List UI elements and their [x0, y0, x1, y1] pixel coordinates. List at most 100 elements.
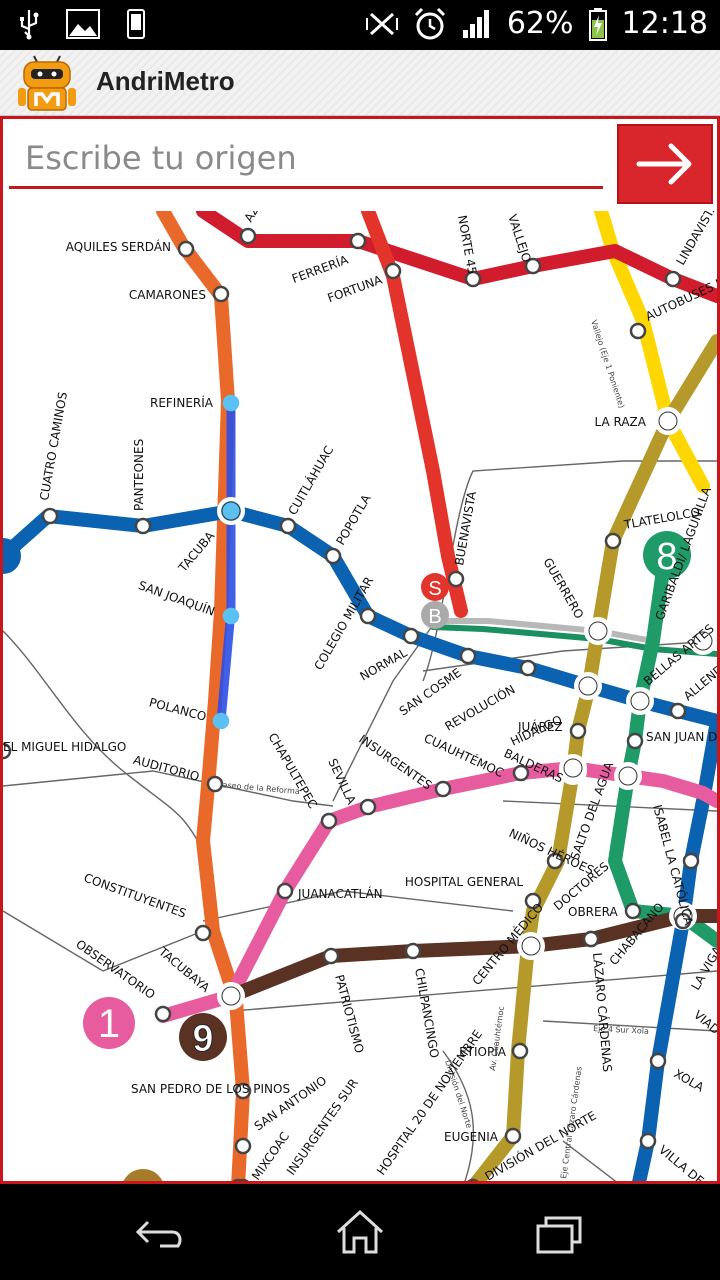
station-dot[interactable]	[359, 798, 377, 816]
station-label[interactable]: NORMAL	[358, 645, 410, 683]
station-label[interactable]: VALLEJO	[505, 213, 534, 264]
station-dot[interactable]	[222, 607, 240, 625]
station-dot[interactable]	[626, 732, 644, 750]
station-label[interactable]: HOSPITAL GENERAL	[405, 875, 523, 889]
station-dot[interactable]	[517, 932, 545, 960]
station-dot[interactable]	[222, 394, 240, 412]
station-label[interactable]: POLANCO	[148, 695, 208, 724]
station-label[interactable]: FORTUNA	[326, 272, 385, 305]
station-label[interactable]: SAN JOAQUÍN	[136, 577, 217, 619]
station-label[interactable]: FERRERÍA	[290, 251, 351, 285]
station-label[interactable]: VILLA DE CORTÉS	[656, 1142, 717, 1184]
station-label[interactable]: CONSTITUYENTES	[82, 871, 188, 921]
station-dot[interactable]	[459, 647, 477, 665]
station-label[interactable]: CAMARONES	[129, 288, 206, 302]
station-dot[interactable]	[212, 285, 230, 303]
station-dot[interactable]	[559, 754, 587, 782]
station-dot[interactable]	[177, 240, 195, 258]
station-label[interactable]: CUATRO CAMINOS	[37, 391, 70, 502]
station-dot[interactable]	[217, 982, 245, 1010]
station-label[interactable]: JUÁREZ	[517, 719, 563, 734]
station-label[interactable]: OBRERA	[568, 905, 618, 919]
station-dot[interactable]	[134, 517, 152, 535]
station-label[interactable]: OBSERVATORIO	[73, 937, 157, 1002]
station-dot[interactable]	[279, 517, 297, 535]
station-dot[interactable]	[504, 1127, 522, 1145]
station-label[interactable]: POPOTLA	[333, 491, 373, 547]
station-label[interactable]: REVOLUCIÓN	[442, 681, 518, 733]
station-dot[interactable]	[349, 232, 367, 250]
station-dot[interactable]	[359, 607, 377, 625]
station-dot[interactable]	[511, 1042, 529, 1060]
station-dot[interactable]	[584, 617, 612, 645]
station-dot[interactable]	[212, 712, 230, 730]
metro-map[interactable]: Paseo de la Reforma Vallejo (Eje 1 Ponie…	[3, 211, 717, 1184]
station-label[interactable]: SAN COSME	[397, 666, 464, 719]
station-label[interactable]: LÁZARO CÁRDENAS	[590, 952, 615, 1073]
station-dot[interactable]	[206, 775, 224, 793]
station-label[interactable]: REFINERÍA	[150, 395, 214, 410]
station-dot[interactable]	[624, 902, 642, 920]
station-label[interactable]: TACUBAYA	[155, 944, 213, 996]
station-label[interactable]: TACUBA	[175, 528, 218, 575]
station-dot[interactable]	[194, 924, 212, 942]
back-icon[interactable]	[130, 1206, 190, 1258]
station-dot[interactable]	[569, 722, 587, 740]
station-dot[interactable]	[574, 672, 602, 700]
station-dot[interactable]	[434, 780, 452, 798]
station-label[interactable]: LA VIGA	[688, 943, 717, 992]
station-label[interactable]: PANTEONES	[132, 439, 146, 511]
station-dot[interactable]	[404, 942, 422, 960]
station-label[interactable]: SEVILLA	[325, 756, 359, 807]
station-label[interactable]: XOLA	[672, 1066, 707, 1095]
station-label[interactable]: MIXCOAC	[249, 1129, 292, 1182]
station-label[interactable]: JUANACATLÁN	[297, 886, 383, 901]
station-dot[interactable]	[582, 930, 600, 948]
station-dot[interactable]	[519, 659, 537, 677]
station-dot[interactable]	[384, 262, 402, 280]
station-label[interactable]: NORTE 45	[455, 214, 479, 275]
station-dot[interactable]	[626, 687, 654, 715]
station-dot[interactable]	[324, 547, 342, 565]
station-label[interactable]: LA RAZA	[595, 415, 647, 429]
station-label[interactable]: VIADUCTO	[691, 1008, 717, 1059]
station-dot[interactable]	[639, 1132, 657, 1150]
station-dot[interactable]	[669, 702, 687, 720]
origin-input[interactable]	[9, 129, 603, 189]
metro-robot-logo[interactable]	[14, 54, 80, 114]
station-dot[interactable]	[154, 1005, 172, 1023]
station-dot[interactable]	[41, 507, 59, 525]
station-dot[interactable]	[234, 1137, 252, 1155]
station-label[interactable]: SAN PEDRO DE LOS PINOS	[131, 1082, 290, 1096]
station-dot[interactable]	[614, 762, 642, 790]
station-dot[interactable]	[239, 227, 257, 245]
station-dot[interactable]	[604, 532, 622, 550]
station-label[interactable]: AQUILES SERDÁN	[66, 239, 171, 254]
station-label[interactable]: ALLENDE	[681, 657, 717, 703]
station-label[interactable]: AUDITORIO	[132, 753, 201, 784]
station-label[interactable]: LINDAVISTA	[673, 211, 717, 268]
station-dot[interactable]	[217, 497, 245, 525]
station-label[interactable]: CUAUHTÉMOC	[422, 730, 507, 780]
go-button[interactable]	[617, 124, 713, 204]
station-label[interactable]: EL MIGUEL HIDALGO	[3, 740, 126, 754]
station-label[interactable]: CUITLÁHUAC	[285, 443, 337, 518]
station-dot[interactable]	[402, 627, 420, 645]
station-label[interactable]: GUERRERO	[540, 556, 586, 622]
station-dot[interactable]	[654, 407, 682, 435]
station-label[interactable]: CHILPANCINGO	[412, 967, 442, 1059]
station-dot[interactable]	[629, 322, 647, 340]
station-dot[interactable]	[320, 812, 338, 830]
station-dot[interactable]	[276, 882, 294, 900]
station-label[interactable]: EUGENIA	[444, 1130, 499, 1144]
station-label[interactable]: SAN JUAN DE LETRÁN	[646, 729, 717, 744]
recents-icon[interactable]	[530, 1206, 590, 1258]
station-dot[interactable]	[322, 947, 340, 965]
station-dot[interactable]	[682, 852, 700, 870]
station-dot[interactable]	[664, 270, 682, 288]
home-icon[interactable]	[330, 1206, 390, 1258]
station-label[interactable]: AZC	[241, 211, 266, 225]
station-dot[interactable]	[649, 1052, 667, 1070]
station-label[interactable]: PATRIOTISMO	[332, 973, 366, 1055]
station-dot[interactable]	[447, 570, 465, 588]
